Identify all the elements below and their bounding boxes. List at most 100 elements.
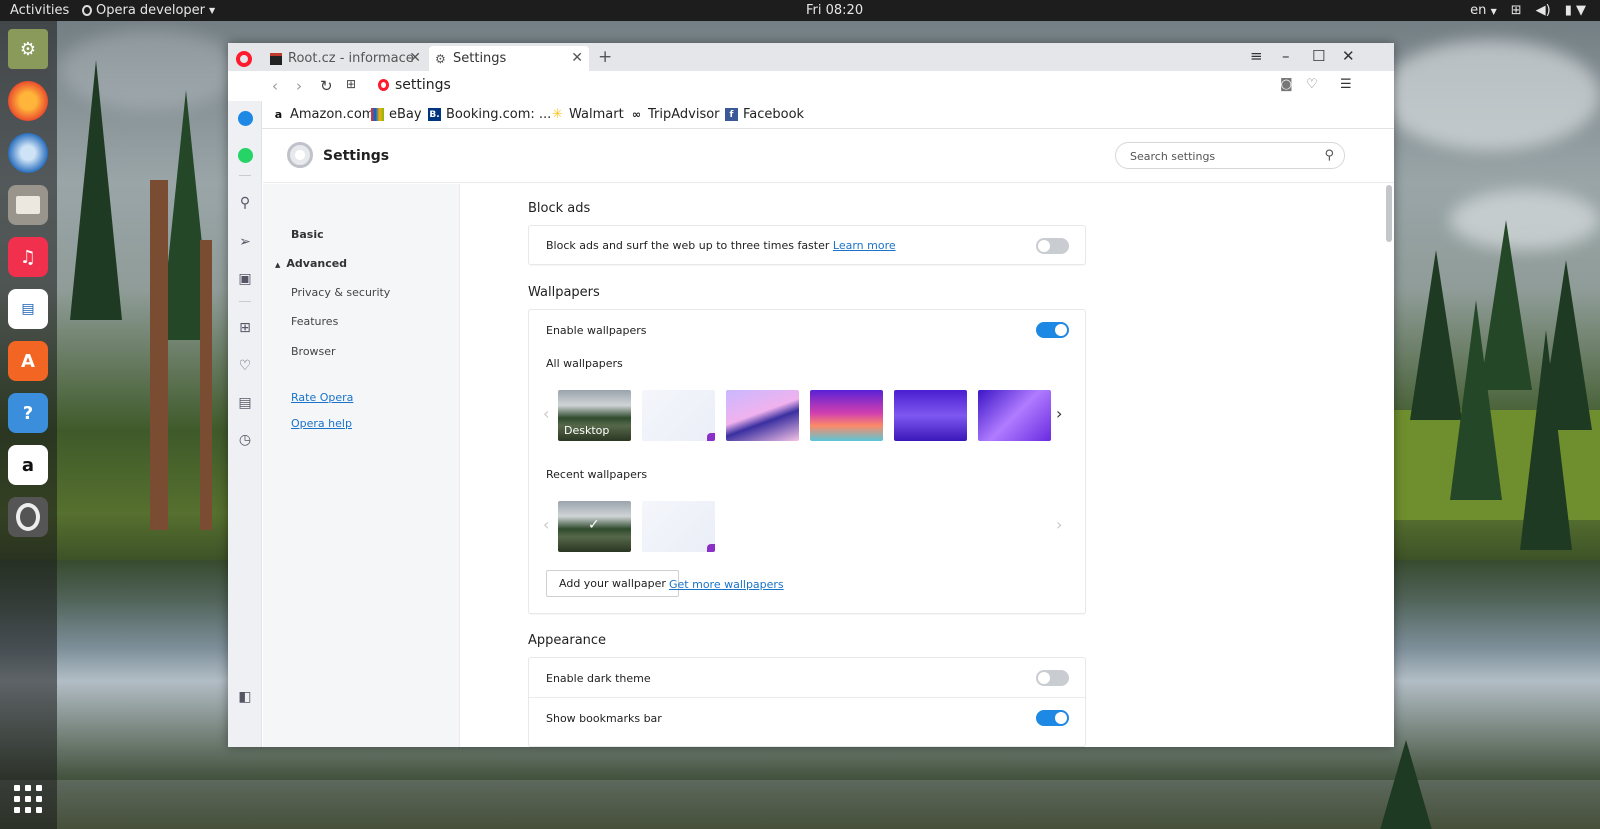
rate-opera-link[interactable]: Rate Opera xyxy=(291,391,353,404)
booking-favicon-icon: B. xyxy=(428,108,441,121)
back-button[interactable]: ‹ xyxy=(272,77,278,95)
bookmark-tripadvisor[interactable]: ∞ TripAdvisor xyxy=(630,107,720,122)
checkmark-icon: ✓ xyxy=(588,517,600,533)
speed-dial-icon[interactable]: ⊞ xyxy=(346,77,356,91)
maximize-button[interactable]: ☐ xyxy=(1312,47,1325,65)
wallet-icon[interactable]: ▣ xyxy=(236,270,254,288)
snapshot-icon[interactable]: ◙ xyxy=(1280,77,1293,92)
history-icon[interactable]: ◷ xyxy=(236,431,254,449)
wallpaper-thumb-6[interactable] xyxy=(978,390,1051,441)
new-tab-button[interactable]: + xyxy=(598,47,612,67)
tab-root-cz[interactable]: Root.cz - informace n ✕ xyxy=(264,46,427,71)
block-ads-toggle[interactable] xyxy=(1036,238,1069,254)
opera-help-link[interactable]: Opera help xyxy=(291,417,352,430)
opera-sidebar: ⚲ ➢ ▣ ⊞ ♡ ▤ ◷ ◧ xyxy=(228,101,262,747)
all-wallpapers-label: All wallpapers xyxy=(546,357,623,370)
wallpaper-thumb-3[interactable] xyxy=(726,390,799,441)
activities-button[interactable]: Activities xyxy=(10,3,69,18)
minimize-button[interactable]: – xyxy=(1282,47,1290,65)
search-icon: ⚲ xyxy=(1324,148,1334,163)
whatsapp-icon[interactable] xyxy=(236,146,254,164)
writer-icon[interactable]: ▤ xyxy=(8,289,48,329)
tab-label: Settings xyxy=(453,51,507,66)
volume-icon: ◀) xyxy=(1535,3,1551,18)
tab-menu-icon[interactable]: ≡ xyxy=(1250,47,1263,65)
close-tab-icon[interactable]: ✕ xyxy=(571,50,583,66)
close-tab-icon[interactable]: ✕ xyxy=(409,50,421,66)
bookmark-amazon[interactable]: a Amazon.com xyxy=(272,107,375,122)
bookmarks-bar: a Amazon.com eBay B. Booking.com: ... ✳ … xyxy=(262,101,1394,129)
learn-more-link[interactable]: Learn more xyxy=(833,239,896,252)
recent-next-arrow-icon[interactable]: › xyxy=(1056,515,1062,534)
recent-wallpaper-desktop-thumb[interactable]: ✓ xyxy=(558,501,631,552)
wallpaper-thumb-5[interactable] xyxy=(894,390,967,441)
wallpaper-thumb-4[interactable] xyxy=(810,390,883,441)
search-settings-input[interactable]: Search settings ⚲ xyxy=(1115,142,1345,169)
sidebar-toggle-icon[interactable]: ◧ xyxy=(236,688,254,706)
close-window-button[interactable]: ✕ xyxy=(1342,47,1355,65)
wallpapers-next-arrow-icon[interactable]: › xyxy=(1056,404,1062,423)
help-icon[interactable]: ? xyxy=(8,393,48,433)
bookmarks-heart-icon[interactable]: ♡ xyxy=(236,357,254,375)
page-scrollbar[interactable] xyxy=(1386,185,1392,242)
settings-nav: Basic ▲ Advanced Privacy & security Featu… xyxy=(263,184,460,747)
amazon-icon[interactable]: a xyxy=(8,445,48,485)
software-center-icon[interactable]: A xyxy=(8,341,48,381)
recent-wallpaper-thumb-2[interactable] xyxy=(642,501,715,552)
wallpaper-desktop-thumb[interactable]: Desktop xyxy=(558,390,631,441)
forward-button[interactable]: › xyxy=(296,77,302,95)
nav-advanced[interactable]: ▲ Advanced xyxy=(275,257,347,270)
language-indicator[interactable]: en xyxy=(1470,3,1486,18)
page-title: Settings xyxy=(323,148,390,164)
appearance-heading: Appearance xyxy=(528,633,607,648)
recent-prev-arrow-icon[interactable]: ‹ xyxy=(543,515,549,534)
bookmark-booking[interactable]: B. Booking.com: ... xyxy=(428,107,551,122)
app-launcher-1-icon[interactable]: ⚙ xyxy=(8,29,48,69)
bookmark-label: eBay xyxy=(389,107,422,122)
clock[interactable]: Fri 08:20 xyxy=(806,3,863,18)
thunderbird-icon[interactable] xyxy=(8,133,48,173)
nav-features[interactable]: Features xyxy=(291,315,338,328)
opera-dock-icon[interactable] xyxy=(8,497,48,537)
wallpapers-prev-arrow-icon[interactable]: ‹ xyxy=(543,404,549,423)
files-icon[interactable] xyxy=(8,185,48,225)
easy-setup-icon[interactable]: ☰ xyxy=(1340,77,1352,92)
caret-down-icon: ▼ xyxy=(209,6,216,15)
bookmark-ebay[interactable]: eBay xyxy=(371,107,422,122)
bookmark-label: Walmart xyxy=(569,107,624,122)
opera-menu-icon[interactable] xyxy=(236,51,252,67)
get-more-wallpapers-link[interactable]: Get more wallpapers xyxy=(669,578,784,591)
bookmarks-bar-toggle[interactable] xyxy=(1036,710,1069,726)
url-field[interactable]: settings xyxy=(378,77,451,93)
wallpaper-thumb-2[interactable] xyxy=(642,390,715,441)
messenger-icon[interactable] xyxy=(236,109,254,127)
tab-settings[interactable]: ⚙ Settings ✕ xyxy=(429,46,589,71)
ebay-favicon-icon xyxy=(371,108,384,121)
dark-theme-toggle[interactable] xyxy=(1036,670,1069,686)
bookmarks-bar-label: Show bookmarks bar xyxy=(546,712,662,725)
wallpapers-heading: Wallpapers xyxy=(528,285,600,300)
top-panel: Activities Opera developer ▼ Fri 08:20 e… xyxy=(0,0,1600,21)
search-icon[interactable]: ⚲ xyxy=(236,194,254,212)
app-menu-label: Opera developer xyxy=(96,3,206,18)
url-text: settings xyxy=(395,77,451,93)
music-icon[interactable]: ♫ xyxy=(8,237,48,277)
nav-basic[interactable]: Basic xyxy=(291,228,324,241)
news-icon[interactable]: ▤ xyxy=(236,394,254,412)
battery-icon: ▮ ▼ xyxy=(1564,3,1586,18)
system-tray[interactable]: en ▼ ⊞ ◀) ▮ ▼ xyxy=(1470,3,1586,18)
add-wallpaper-button[interactable]: Add your wallpaper xyxy=(546,570,679,597)
nav-browser[interactable]: Browser xyxy=(291,345,336,358)
show-applications-icon[interactable] xyxy=(14,785,42,813)
send-icon[interactable]: ➢ xyxy=(236,233,254,251)
bookmark-facebook[interactable]: f Facebook xyxy=(725,107,804,122)
reload-button[interactable]: ↻ xyxy=(320,77,333,95)
enable-wallpapers-toggle[interactable] xyxy=(1036,322,1069,338)
app-menu[interactable]: Opera developer ▼ xyxy=(82,3,215,18)
recent-wallpapers-label: Recent wallpapers xyxy=(546,468,648,481)
speed-dial-sidebar-icon[interactable]: ⊞ xyxy=(236,319,254,337)
bookmark-walmart[interactable]: ✳ Walmart xyxy=(551,107,624,122)
firefox-icon[interactable] xyxy=(8,81,48,121)
nav-privacy-security[interactable]: Privacy & security xyxy=(291,286,390,299)
heart-icon[interactable]: ♡ xyxy=(1306,77,1318,92)
